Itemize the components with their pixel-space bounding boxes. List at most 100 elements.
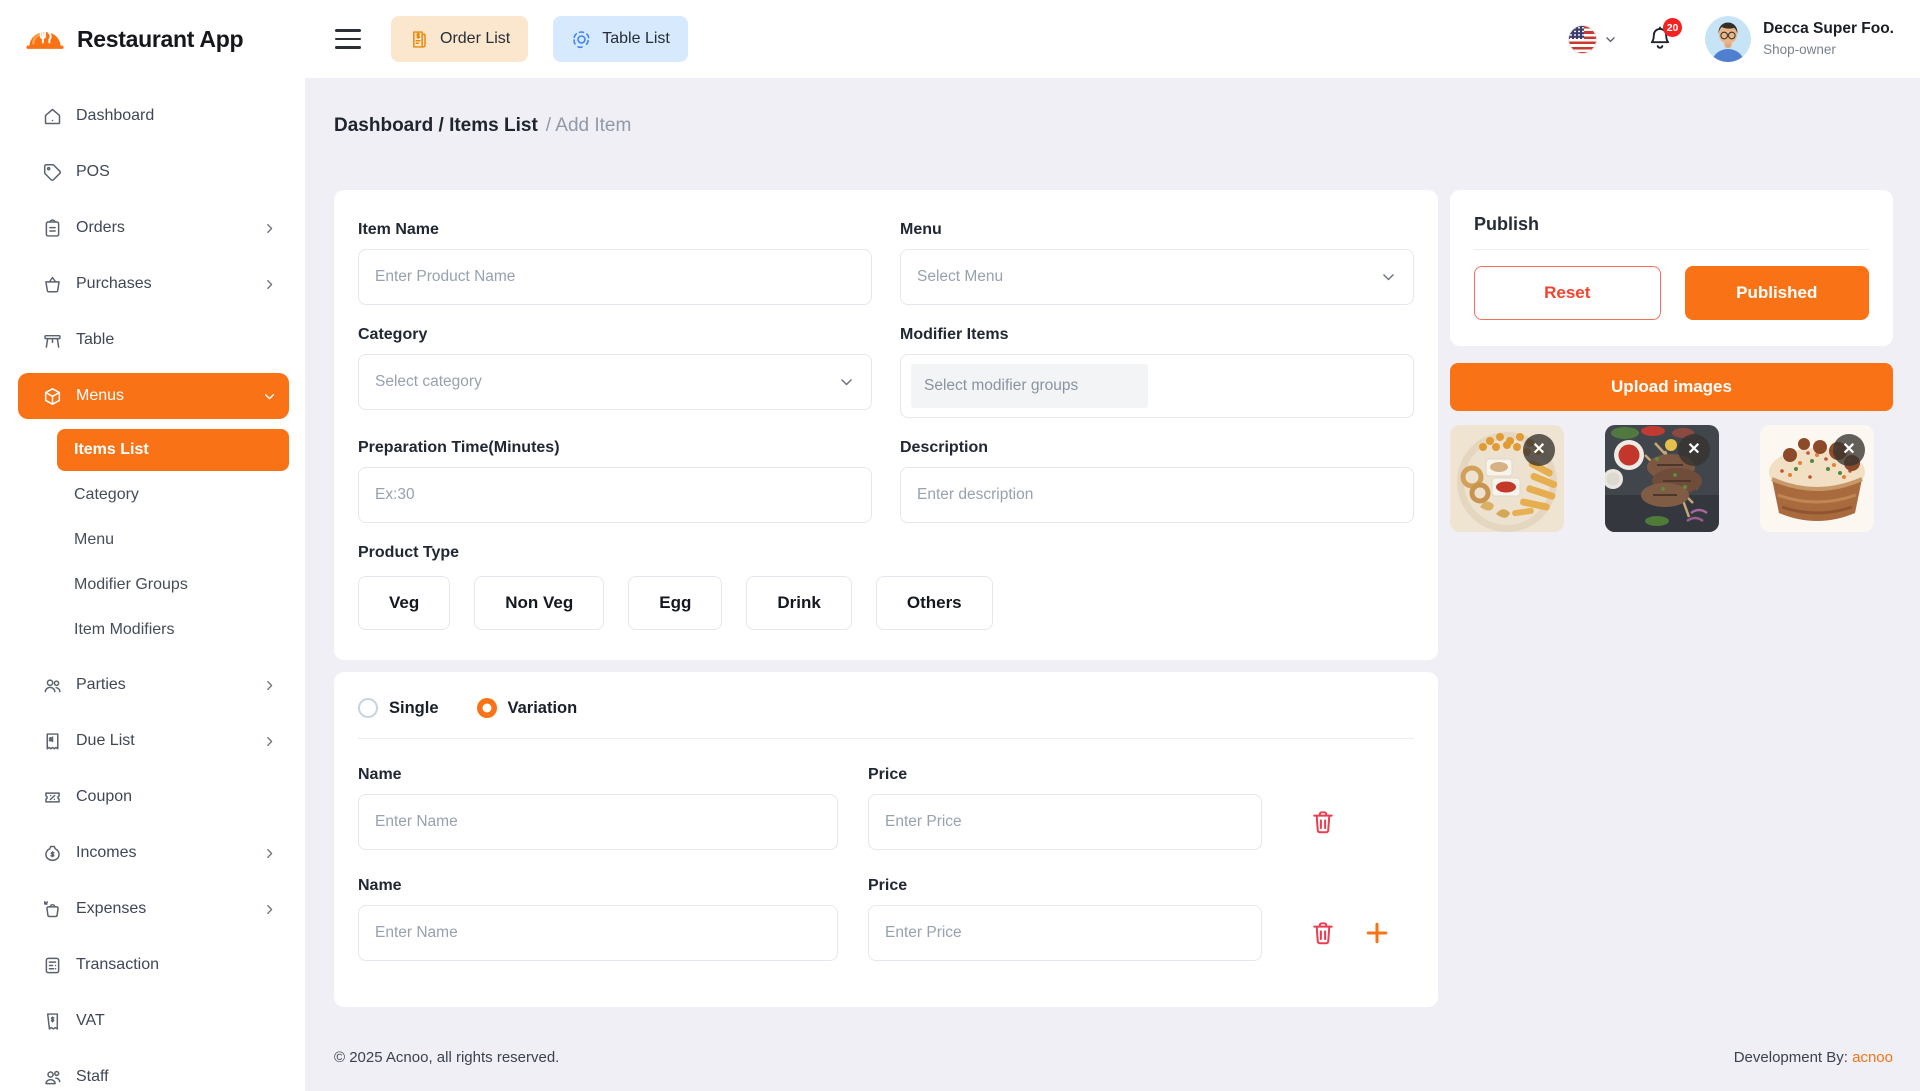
main-content: Dashboard / Items List / Add Item Item N… [306, 78, 1920, 1091]
sidebar-subitem-category[interactable]: Category [57, 474, 289, 516]
sidebar-item-coupon[interactable]: Coupon [18, 774, 289, 820]
sidebar-item-menus[interactable]: Menus [18, 373, 289, 419]
sidebar-subitem-item-modifiers[interactable]: Item Modifiers [57, 609, 289, 651]
sidebar-item-label: Coupon [76, 788, 132, 806]
sidebar-item-purchases[interactable]: Purchases [18, 261, 289, 307]
prep-time-input[interactable] [358, 467, 872, 523]
developer-link[interactable]: acnoo [1852, 1049, 1893, 1066]
sidebar-item-pos[interactable]: POS [18, 149, 289, 195]
product-type-egg-button[interactable]: Egg [628, 576, 722, 630]
chevron-right-icon [262, 678, 277, 693]
pricing-mode-single-radio[interactable]: Single [358, 698, 439, 718]
sidebar-subitem-menu[interactable]: Menu [57, 519, 289, 561]
variation-row: NamePrice [358, 876, 1414, 961]
app-logo[interactable]: Restaurant App [0, 20, 306, 58]
sidebar-item-vat[interactable]: VAT [18, 998, 289, 1044]
pricing-card: SingleVariation NamePriceNamePrice [334, 672, 1438, 1007]
staff-icon [42, 1067, 63, 1088]
product-type-non-veg-button[interactable]: Non Veg [474, 576, 604, 630]
sidebar-item-table[interactable]: Table [18, 317, 289, 363]
sidebar-item-label: VAT [76, 1012, 105, 1030]
pricing-mode-variation-radio[interactable]: Variation [477, 698, 578, 718]
product-type-veg-button[interactable]: Veg [358, 576, 450, 630]
variation-rows: NamePriceNamePrice [358, 765, 1414, 961]
footer: © 2025 Acnoo, all rights reserved. Devel… [334, 1049, 1893, 1066]
description-input[interactable] [900, 467, 1414, 523]
category-select[interactable] [358, 354, 872, 410]
sidebar-item-due-list[interactable]: Due List [18, 718, 289, 764]
sidebar-item-orders[interactable]: Orders [18, 205, 289, 251]
item-name-input[interactable] [358, 249, 872, 305]
upload-images-button[interactable]: Upload images [1450, 363, 1893, 411]
item-name-field: Item Name [358, 220, 872, 305]
sidebar-item-label: Expenses [76, 900, 146, 918]
radio-unchecked-icon [358, 698, 378, 718]
remove-image-button[interactable]: ✕ [1833, 434, 1865, 466]
language-selector[interactable] [1568, 25, 1617, 54]
remove-image-button[interactable]: ✕ [1678, 434, 1710, 466]
variation-name-input[interactable] [358, 794, 838, 850]
user-avatar[interactable] [1705, 16, 1751, 62]
variation-price-input[interactable] [868, 905, 1262, 961]
sidebar-item-expenses[interactable]: Expenses [18, 886, 289, 932]
user-name: Decca Super Foo. [1763, 19, 1894, 38]
sidebar-subitem-modifier-groups[interactable]: Modifier Groups [57, 564, 289, 606]
breadcrumb-current: / Add Item [546, 112, 632, 140]
sidebar-toggle-button[interactable] [331, 22, 365, 56]
sidebar-item-label: Orders [76, 219, 125, 237]
order-list-button[interactable]: Order List [391, 16, 528, 62]
sidebar-item-dashboard[interactable]: Dashboard [18, 93, 289, 139]
table-list-icon [571, 29, 592, 50]
category-field: Category [358, 325, 872, 418]
product-type-options: Veg Non Veg Egg Drink Others [358, 576, 1414, 630]
development-by-label: Development By: [1734, 1049, 1848, 1066]
product-type-others-button[interactable]: Others [876, 576, 993, 630]
add-variation-button[interactable] [1362, 918, 1392, 948]
remove-image-button[interactable]: ✕ [1523, 434, 1555, 466]
uploaded-image-fried-snacks-platter: ✕ [1450, 425, 1564, 532]
prep-time-label: Preparation Time(Minutes) [358, 438, 872, 457]
delete-variation-button[interactable] [1308, 807, 1338, 837]
breadcrumb: Dashboard / Items List / Add Item [334, 112, 1893, 140]
table-list-button[interactable]: Table List [553, 16, 688, 62]
sidebar-item-label: POS [76, 163, 110, 181]
reset-button[interactable]: Reset [1474, 266, 1661, 320]
ticket-icon [42, 787, 63, 808]
item-form-card: Item Name Menu Category [334, 190, 1438, 660]
delete-variation-button[interactable] [1308, 918, 1338, 948]
chevron-down-icon [1604, 33, 1617, 46]
sidebar-item-label: Incomes [76, 844, 136, 862]
trash-icon [1309, 919, 1337, 947]
sidebar-item-label: Menus [76, 387, 124, 405]
restaurant-logo-icon [24, 20, 66, 58]
breadcrumb-trail[interactable]: Dashboard / Items List [334, 112, 538, 140]
published-button[interactable]: Published [1685, 266, 1870, 320]
variation-price-input[interactable] [868, 794, 1262, 850]
sidebar-nav: Dashboard POS Orders Purchases Table Menus Ite… [0, 93, 305, 1091]
chevron-right-icon [262, 846, 277, 861]
chevron-down-icon [262, 389, 277, 404]
menu-select[interactable] [900, 249, 1414, 305]
notifications-button[interactable]: 20 [1645, 23, 1675, 55]
sidebar-item-staff[interactable]: Staff [18, 1054, 289, 1091]
modifier-groups-select[interactable]: Select modifier groups [900, 354, 1414, 418]
prep-time-field: Preparation Time(Minutes) [358, 438, 872, 523]
variation-name-input[interactable] [358, 905, 838, 961]
clipboard-icon [42, 218, 63, 239]
order-list-label: Order List [440, 30, 510, 48]
chevron-right-icon [262, 277, 277, 292]
cube-icon [42, 386, 63, 407]
variation-name-label: Name [358, 765, 838, 784]
product-type-drink-button[interactable]: Drink [746, 576, 851, 630]
publish-title: Publish [1474, 214, 1869, 234]
uploaded-images: ✕ ✕ ✕ [1450, 425, 1893, 532]
sidebar-item-transaction[interactable]: Transaction [18, 942, 289, 988]
development-credit: Development By: acnoo [1734, 1049, 1893, 1066]
sidebar-subitem-items-list[interactable]: Items List [57, 429, 289, 471]
sidebar-item-incomes[interactable]: Incomes [18, 830, 289, 876]
user-menu[interactable]: Decca Super Foo. Shop-owner [1763, 19, 1894, 58]
home-icon [42, 106, 63, 127]
copyright-text: © 2025 Acnoo, all rights reserved. [334, 1049, 559, 1066]
sidebar-item-parties[interactable]: Parties [18, 662, 289, 708]
publish-card: Publish Reset Published [1450, 190, 1893, 346]
